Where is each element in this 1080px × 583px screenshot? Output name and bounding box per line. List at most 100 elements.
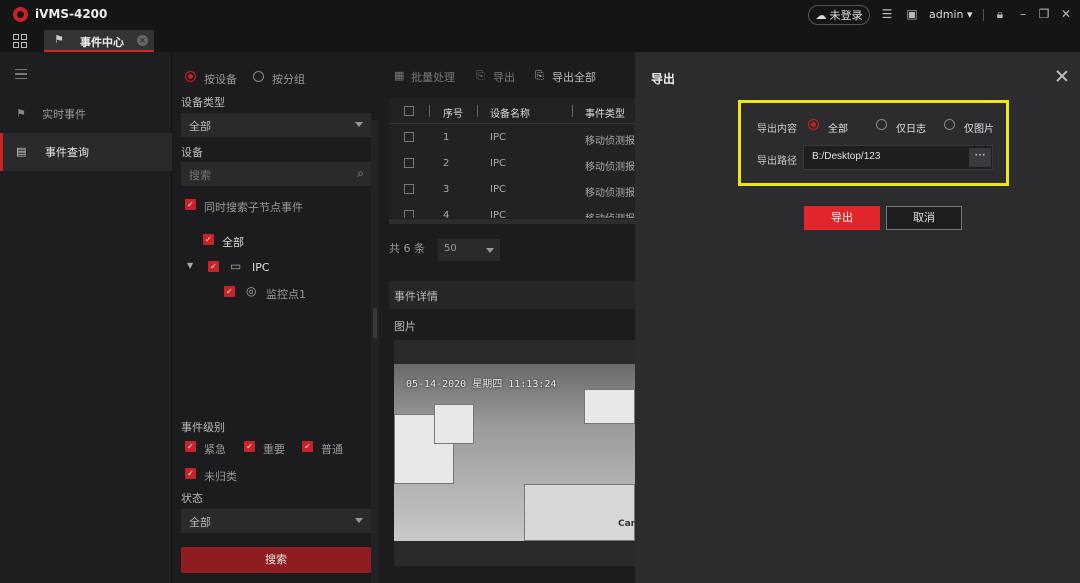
radio-by-group[interactable]	[253, 71, 264, 82]
row-device: IPC	[490, 158, 506, 169]
row-checkbox[interactable]	[404, 158, 414, 168]
table-row[interactable]: 4 IPC 移动侦测报警	[389, 203, 635, 218]
menu-icon[interactable]	[15, 69, 27, 79]
nav-item-event-search[interactable]: ▤ 事件查询	[0, 133, 172, 171]
table-row[interactable]: 1 IPC 移动侦测报警	[389, 125, 635, 150]
include-subnodes-checkbox[interactable]: ✓	[185, 199, 196, 210]
minimize-icon[interactable]: –	[1015, 6, 1031, 22]
chevron-down-icon	[355, 518, 363, 523]
tab-event-center[interactable]: ⚑ 事件中心 ✕	[44, 30, 154, 52]
tree-device-label: IPC	[252, 261, 270, 274]
level-label: 未归类	[204, 470, 237, 483]
cloud-icon: ☁	[815, 8, 827, 22]
event-snapshot-image[interactable]: 05-14-2020 星期四 11:13:24 Car	[394, 364, 635, 541]
row-checkbox[interactable]	[404, 210, 414, 218]
row-checkbox[interactable]	[404, 184, 414, 194]
device-type-select[interactable]: 全部	[181, 113, 371, 137]
device-type-label: 设备类型	[181, 96, 225, 109]
camera-icon: ◎	[246, 284, 257, 298]
export-icon: ⎘	[476, 69, 485, 82]
column-header[interactable]: 设备名称	[490, 105, 530, 120]
select-value: 50	[444, 243, 457, 254]
column-header[interactable]: 序号	[443, 105, 463, 120]
export-button[interactable]: 导出	[493, 69, 515, 85]
picture-frame-top	[394, 340, 635, 364]
tree-root-checkbox[interactable]: ✓	[203, 234, 214, 245]
search-button[interactable]: 搜索	[181, 547, 371, 573]
row-device: IPC	[490, 210, 506, 218]
export-path-label: 导出路径	[757, 156, 797, 167]
row-checkbox[interactable]	[404, 132, 414, 142]
tab-close-icon[interactable]: ✕	[137, 35, 148, 46]
row-index: 2	[443, 158, 450, 169]
level-important-checkbox[interactable]: ✓	[244, 441, 255, 452]
image-desk	[434, 404, 474, 444]
table-row[interactable]: 2 IPC 移动侦测报警	[389, 151, 635, 176]
tree-channel-checkbox[interactable]: ✓	[224, 286, 235, 297]
event-search-icon: ▤	[16, 145, 27, 158]
alarm-icon: ⚑	[16, 107, 26, 120]
login-status-button[interactable]: ☁ 未登录	[808, 5, 870, 25]
chevron-down-icon	[355, 122, 363, 127]
select-all-checkbox[interactable]	[404, 106, 414, 116]
row-index: 3	[443, 184, 450, 195]
alarm-icon: ⚑	[54, 33, 64, 46]
batch-process-button[interactable]: 批量处理	[411, 69, 455, 85]
restore-icon[interactable]: ❐	[1036, 6, 1052, 22]
page-size-select[interactable]: 50	[438, 239, 500, 261]
divider	[983, 9, 984, 21]
status-label: 状态	[181, 492, 203, 505]
browse-button[interactable]: ···	[969, 148, 991, 167]
radio-label: 仅日志	[896, 124, 926, 135]
splitter-grip[interactable]	[373, 308, 377, 338]
cancel-button[interactable]: 取消	[886, 206, 962, 230]
event-level-label: 事件级别	[181, 421, 225, 434]
image-icon[interactable]: ▣	[904, 6, 920, 22]
level-unclassified-checkbox[interactable]: ✓	[185, 468, 196, 479]
chevron-down-icon: ▾	[966, 8, 973, 21]
nav-item-realtime-events[interactable]: ⚑ 实时事件	[0, 95, 172, 133]
tree-expand-icon[interactable]: ▼	[187, 261, 193, 270]
confirm-export-button[interactable]: 导出	[804, 206, 880, 230]
total-count: 共 6 条	[389, 242, 425, 255]
user-menu[interactable]: admin ▾	[929, 8, 973, 21]
table-row[interactable]: 3 IPC 移动侦测报警	[389, 177, 635, 202]
module-grid-icon[interactable]	[13, 34, 27, 48]
radio-label: 仅图片	[964, 124, 994, 135]
table-header: 序号 设备名称 事件类型	[389, 98, 635, 124]
column-header[interactable]: 事件类型	[585, 105, 625, 120]
radio-picture-only[interactable]	[944, 119, 955, 130]
status-select[interactable]: 全部	[181, 509, 371, 533]
close-icon[interactable]	[1055, 69, 1069, 83]
tab-bar	[0, 30, 1080, 52]
radio-by-device[interactable]	[185, 71, 196, 82]
nav-item-label: 事件查询	[45, 146, 89, 159]
export-all-icon: ⎘	[535, 69, 544, 82]
select-value: 全部	[189, 516, 211, 529]
close-window-icon[interactable]: ✕	[1058, 6, 1074, 22]
device-search-input[interactable]: 搜索 ⌕	[181, 162, 371, 186]
level-urgent-checkbox[interactable]: ✓	[185, 441, 196, 452]
row-index: 4	[443, 210, 450, 218]
row-type: 移动侦测报警	[585, 136, 635, 147]
username: admin	[929, 8, 964, 21]
list-icon[interactable]: ☰	[879, 6, 895, 22]
radio-log-only[interactable]	[876, 119, 887, 130]
lock-icon[interactable]: 🔒︎	[992, 6, 1008, 22]
radio-export-all[interactable]	[808, 119, 819, 130]
table-horizontal-scrollbar[interactable]	[389, 219, 635, 224]
event-detail-title: 事件详情	[394, 290, 438, 303]
device-label: 设备	[181, 146, 203, 159]
app-logo-icon	[13, 7, 28, 22]
panel-splitter[interactable]	[371, 120, 379, 583]
level-normal-checkbox[interactable]: ✓	[302, 441, 313, 452]
export-path-value: B:/Desktop/123	[812, 151, 881, 162]
search-placeholder: 搜索	[189, 169, 211, 182]
image-brand-text: Car	[618, 519, 635, 529]
app-title: iVMS-4200	[35, 7, 108, 21]
export-all-button[interactable]: 导出全部	[552, 69, 596, 85]
device-icon: ▭	[230, 259, 242, 273]
export-path-input[interactable]: B:/Desktop/123	[803, 145, 993, 170]
picture-frame-bottom	[394, 541, 635, 566]
tree-device-checkbox[interactable]: ✓	[208, 261, 219, 272]
